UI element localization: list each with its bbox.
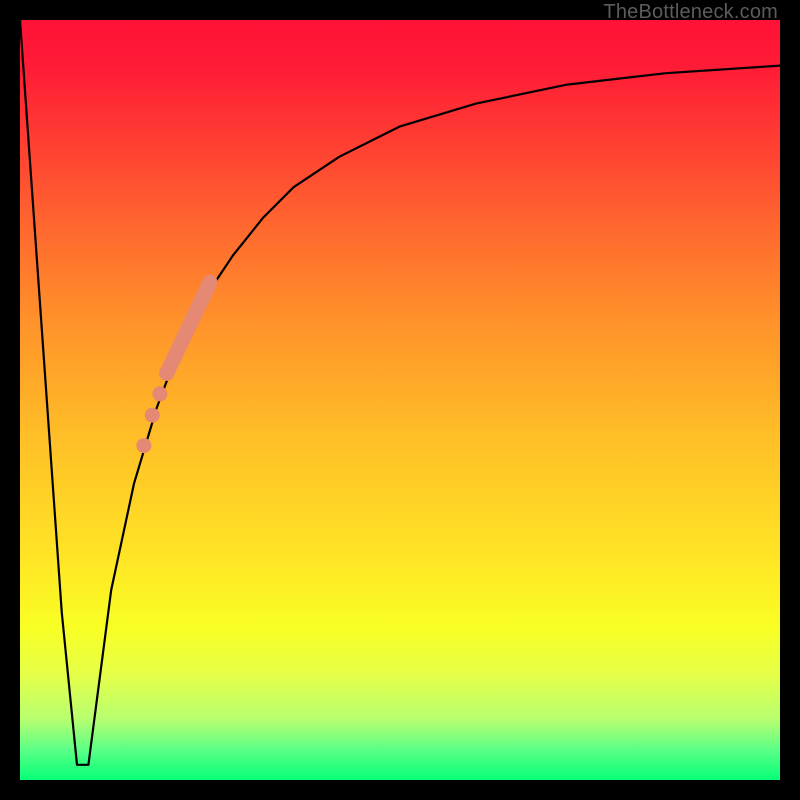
bottleneck-curve-path — [20, 20, 780, 765]
dot-1 — [152, 386, 167, 401]
highlight-markers — [136, 282, 210, 453]
dot-3 — [136, 438, 151, 453]
plot-area — [20, 20, 780, 780]
bottleneck-curve — [20, 20, 780, 765]
highlight-segment — [167, 282, 210, 373]
chart-stage: TheBottleneck.com — [0, 0, 800, 800]
dot-2 — [145, 408, 160, 423]
curve-layer — [20, 20, 780, 780]
